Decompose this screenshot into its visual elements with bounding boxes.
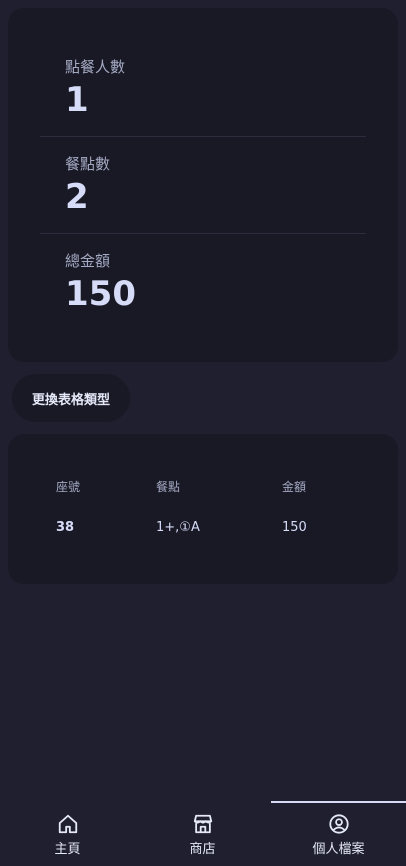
items-value: 2	[65, 177, 89, 217]
nav-item-store[interactable]: 商店	[135, 801, 270, 866]
total-stat: 總金額 150	[65, 250, 136, 313]
stats-divider	[40, 136, 366, 137]
nav-item-home[interactable]: 主頁	[0, 801, 135, 866]
stats-divider	[40, 233, 366, 234]
nav-label-profile: 個人檔案	[312, 842, 365, 857]
switch-table-type-button[interactable]: 更換表格類型	[12, 374, 130, 422]
items-stat: 餐點數 2	[65, 153, 110, 216]
store-icon	[193, 814, 212, 834]
column-header-amount: 金額	[282, 480, 307, 494]
nav-label-store: 商店	[189, 842, 216, 857]
diners-label: 點餐人數	[65, 58, 126, 76]
column-header-items: 餐點	[156, 480, 181, 494]
orders-table: 座號 餐點 金額 38 1+,①A 150	[8, 434, 398, 584]
nav-label-home: 主頁	[54, 842, 81, 857]
cell-items: 1+,①A	[156, 520, 200, 535]
order-stats-card: 點餐人數 1 餐點數 2 總金額 150	[8, 8, 398, 362]
cell-seat: 38	[56, 520, 75, 535]
home-icon	[58, 814, 77, 834]
items-label: 餐點數	[65, 155, 111, 173]
total-value: 150	[65, 274, 136, 314]
nav-item-profile[interactable]: 個人檔案	[271, 801, 406, 866]
diners-value: 1	[65, 80, 89, 120]
bottom-navigation: 主頁 商店 個人檔案	[0, 801, 406, 866]
user-circle-icon	[328, 814, 349, 834]
diners-stat: 點餐人數 1	[65, 56, 125, 119]
cell-amount: 150	[282, 520, 307, 535]
column-header-seat: 座號	[56, 480, 81, 494]
total-label: 總金額	[65, 252, 111, 270]
